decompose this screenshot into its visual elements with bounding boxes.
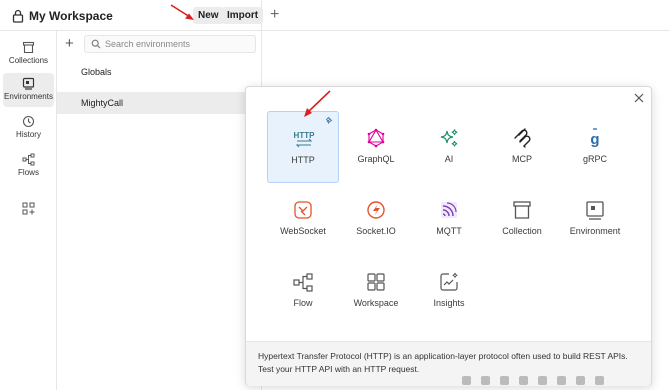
status-icon[interactable] [519, 376, 528, 385]
ai-icon [440, 129, 458, 147]
insights-icon [440, 272, 458, 291]
tile-websocket[interactable]: WebSocket [267, 183, 339, 255]
status-icon[interactable] [500, 376, 509, 385]
tile-environment[interactable]: Environment [559, 183, 631, 255]
mcp-icon [514, 128, 531, 148]
tile-label: Collection [502, 226, 542, 236]
tile-flow[interactable]: Flow [267, 255, 339, 327]
tile-label: MQTT [436, 226, 462, 236]
graphql-icon [367, 128, 385, 148]
history-icon [22, 115, 35, 128]
tile-http[interactable]: HTTP HTTP [267, 111, 339, 183]
mqtt-icon [441, 202, 457, 218]
status-icon[interactable] [576, 376, 585, 385]
grpc-icon: g [590, 128, 600, 148]
environments-panel: + Search environments Globals MightyCall [57, 31, 262, 390]
sidebar-item-label: Flows [18, 168, 39, 177]
lock-icon [12, 9, 24, 23]
tile-collection[interactable]: Collection [486, 183, 558, 255]
tile-socketio[interactable]: Socket.IO [340, 183, 412, 255]
tile-label: gRPC [582, 154, 607, 164]
tile-label: Socket.IO [356, 226, 396, 236]
add-environment-button[interactable]: + [65, 35, 74, 52]
websocket-icon [294, 201, 312, 219]
collection-icon [513, 201, 531, 219]
status-icon[interactable] [481, 376, 490, 385]
tile-workspace[interactable]: Workspace [340, 255, 412, 327]
sidebar-item-flows[interactable]: Flows [3, 149, 54, 183]
status-icon[interactable] [595, 376, 604, 385]
environment-row-globals[interactable]: Globals [57, 61, 262, 83]
socketio-icon [367, 201, 385, 219]
more-modules-icon[interactable] [22, 202, 35, 215]
search-placeholder: Search environments [105, 39, 191, 49]
import-button[interactable]: Import [222, 7, 264, 24]
environments-icon [22, 77, 35, 90]
tile-label: Flow [293, 298, 313, 308]
status-bar-icons [462, 374, 670, 390]
sidebar-item-label: History [16, 130, 41, 139]
status-icon[interactable] [557, 376, 566, 385]
workspace-icon [367, 273, 385, 291]
sidebar: Collections Environments History Flows [0, 31, 57, 390]
top-header: My Workspace New Import + [0, 0, 670, 31]
environment-icon [586, 201, 604, 220]
environment-row-mightycall[interactable]: MightyCall [57, 92, 262, 114]
sidebar-item-history[interactable]: History [3, 111, 54, 145]
new-tab-button[interactable]: + [270, 6, 279, 24]
sidebar-item-collections[interactable]: Collections [3, 37, 54, 71]
tile-label: Workspace [353, 298, 399, 308]
sidebar-item-label: Collections [8, 56, 49, 65]
status-icon[interactable] [462, 376, 471, 385]
tile-insights[interactable]: Insights [413, 255, 485, 327]
tile-grpc[interactable]: g gRPC [559, 111, 631, 183]
sidebar-item-environments[interactable]: Environments [3, 73, 54, 107]
tile-label: HTTP [291, 155, 315, 165]
tile-label: Environment [569, 226, 621, 236]
pin-icon[interactable] [325, 116, 333, 124]
tile-mqtt[interactable]: MQTT [413, 183, 485, 255]
sidebar-item-label: Environments [4, 92, 53, 101]
tile-mcp[interactable]: MCP [486, 111, 558, 183]
tile-label: Insights [433, 298, 465, 308]
workspace-header: My Workspace New Import [0, 0, 264, 31]
svg-text:g: g [590, 131, 599, 148]
flow-icon [293, 273, 313, 292]
tile-label: WebSocket [280, 226, 326, 236]
collections-icon [22, 41, 35, 54]
create-new-popup: HTTP HTTP GraphQL AI MCP g gRPC WebSocke… [245, 86, 652, 386]
workspace-name[interactable]: My Workspace [29, 9, 113, 23]
tile-label: AI [444, 154, 454, 164]
status-icon[interactable] [538, 376, 547, 385]
new-button[interactable]: New [193, 7, 224, 24]
tile-label: MCP [512, 154, 532, 164]
tile-ai[interactable]: AI [413, 111, 485, 183]
tile-graphql[interactable]: GraphQL [340, 111, 412, 183]
tile-label: GraphQL [357, 154, 395, 164]
close-icon[interactable] [634, 93, 644, 103]
flows-icon [22, 153, 35, 166]
svg-text:HTTP: HTTP [294, 131, 315, 140]
search-environments-input[interactable]: Search environments [84, 35, 256, 53]
search-icon [91, 39, 101, 49]
http-icon: HTTP [294, 131, 315, 148]
